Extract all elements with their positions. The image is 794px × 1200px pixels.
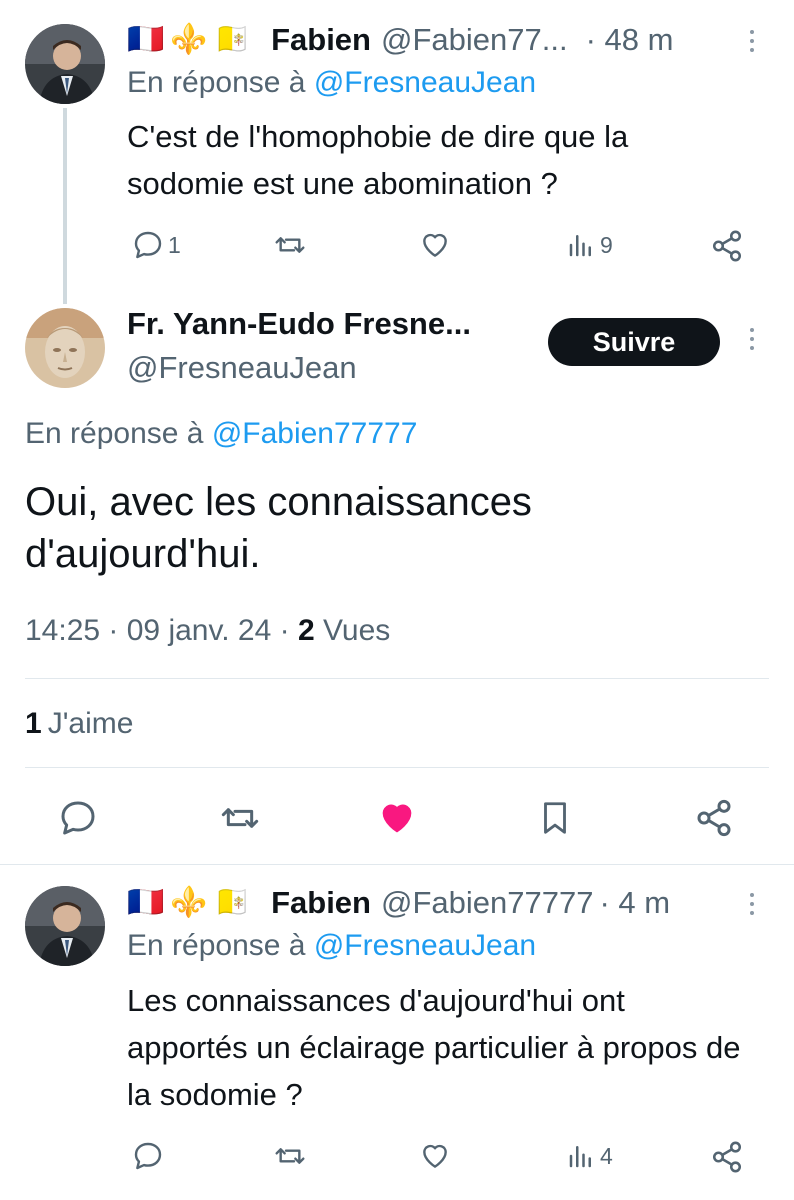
reply-button[interactable]	[132, 1140, 164, 1172]
likes-count: 1	[25, 707, 42, 740]
tweet-text: C'est de l'homophobie de dire que la sod…	[127, 119, 629, 201]
share-icon	[712, 1141, 742, 1173]
like-button[interactable]	[418, 1140, 452, 1172]
avatar[interactable]	[25, 24, 105, 104]
tweet-date[interactable]: 09 janv. 24	[127, 614, 272, 647]
share-icon	[712, 230, 742, 262]
more-options-icon[interactable]	[750, 30, 754, 52]
likes-summary[interactable]: 1 J'aime	[25, 707, 133, 741]
reply-icon	[61, 801, 95, 835]
views-label: Vues	[323, 614, 391, 647]
reply-context: En réponse à @FresneauJean	[127, 929, 536, 963]
like-button[interactable]	[376, 798, 418, 838]
bookmark-icon	[544, 802, 566, 834]
views-icon	[569, 1146, 591, 1168]
reply-header: 🇫🇷⚜️🇻🇦 Fabien @Fabien77... · 48 m	[127, 22, 747, 58]
views-button[interactable]: 9	[566, 229, 613, 261]
tweet-time[interactable]: 14:25	[25, 614, 100, 647]
profile-flags: 🇫🇷⚜️🇻🇦	[127, 25, 257, 55]
heart-icon-filled	[382, 804, 412, 833]
more-options-icon[interactable]	[750, 328, 754, 350]
fleur-de-lis-icon: ⚜️	[170, 886, 214, 919]
vatican-flag-icon: 🇻🇦	[213, 886, 258, 919]
share-button[interactable]	[710, 1140, 744, 1174]
views-icon	[569, 235, 591, 257]
views-count: 4	[600, 1142, 613, 1169]
reply-icon	[134, 1142, 162, 1170]
author-name[interactable]: Fr. Yann-Eudo Fresne...	[127, 306, 471, 342]
timestamp[interactable]: · 4 m	[599, 885, 670, 921]
bookmark-button[interactable]	[536, 798, 574, 838]
reply-icon	[134, 231, 162, 259]
author-handle[interactable]: @Fabien77...	[381, 22, 568, 58]
share-button[interactable]	[710, 229, 744, 263]
more-options-icon[interactable]	[750, 893, 754, 915]
share-button[interactable]	[694, 798, 734, 838]
retweet-icon	[275, 237, 305, 253]
reply-context: En réponse à @FresneauJean	[127, 66, 536, 100]
divider	[0, 864, 794, 865]
avatar[interactable]	[25, 308, 105, 388]
share-icon	[697, 799, 731, 837]
retweet-icon	[275, 1148, 305, 1164]
reply-to-link[interactable]: @Fabien77777	[212, 417, 418, 450]
retweet-button[interactable]	[272, 229, 308, 261]
timestamp[interactable]: · 48 m	[586, 22, 674, 58]
divider	[25, 767, 769, 768]
reply-button[interactable]: 1	[132, 229, 181, 261]
like-button[interactable]	[418, 229, 452, 261]
france-flag-icon: 🇫🇷	[127, 886, 171, 919]
views-count: 9	[600, 231, 613, 258]
reply-label: En réponse à	[127, 929, 306, 962]
views-count: 2	[297, 614, 315, 647]
views-button[interactable]: 4	[566, 1140, 613, 1172]
reply-to-link[interactable]: @FresneauJean	[314, 929, 536, 962]
reply-label: En réponse à	[25, 417, 204, 450]
reply-to-link[interactable]: @FresneauJean	[314, 66, 536, 99]
fleur-de-lis-icon: ⚜️	[170, 23, 214, 56]
author-name[interactable]: Fabien	[271, 885, 371, 921]
retweet-button[interactable]	[272, 1140, 308, 1172]
heart-icon	[423, 1144, 447, 1168]
author-name[interactable]: Fabien	[271, 22, 371, 58]
retweet-button[interactable]	[218, 798, 262, 838]
retweet-icon	[221, 808, 259, 828]
reply-button[interactable]	[58, 798, 98, 838]
tweet-text: Oui, avec les connaissances d'aujourd'hu…	[25, 480, 532, 576]
follow-button[interactable]: Suivre	[548, 318, 720, 366]
profile-flags: 🇫🇷⚜️🇻🇦	[127, 888, 257, 918]
vatican-flag-icon: 🇻🇦	[213, 23, 258, 56]
reply-context: En réponse à @Fabien77777	[25, 417, 417, 451]
reply-label: En réponse à	[127, 66, 306, 99]
author-handle[interactable]: @FresneauJean	[127, 350, 357, 386]
divider	[25, 678, 769, 679]
reply-header: 🇫🇷⚜️🇻🇦 Fabien @Fabien77777 · 4 m	[127, 885, 747, 921]
tweet-meta: 14:25 · 09 janv. 24 · 2 Vues	[25, 614, 391, 647]
likes-label: J'aime	[47, 707, 134, 740]
reply-count: 1	[168, 231, 181, 258]
tweet-text: Les connaissances d'aujourd'hui ont appo…	[127, 983, 741, 1112]
avatar[interactable]	[25, 886, 105, 966]
france-flag-icon: 🇫🇷	[127, 23, 171, 56]
thread-line	[63, 108, 67, 304]
author-handle[interactable]: @Fabien77777	[381, 885, 593, 921]
heart-icon	[423, 233, 447, 257]
